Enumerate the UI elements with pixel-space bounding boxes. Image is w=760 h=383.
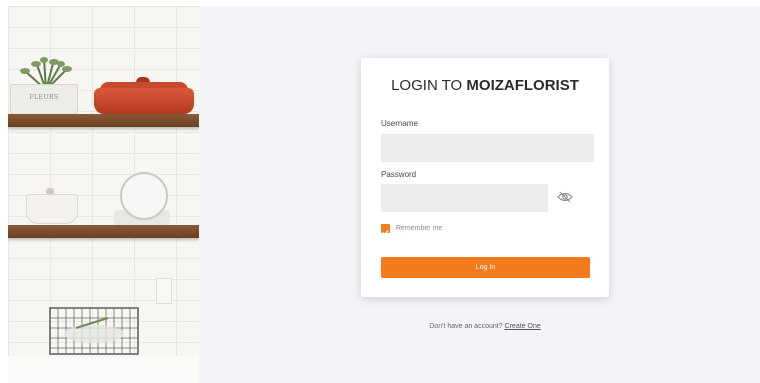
wall-outlet [156, 278, 172, 304]
wooden-shelf-top [8, 114, 199, 127]
login-title: LOGIN TO MOIZAFLORIST [361, 77, 609, 94]
remember-me-checkbox[interactable] [381, 224, 390, 236]
eye-slash-icon[interactable] [557, 191, 573, 203]
brand-name: MOIZAFLORIST [466, 77, 579, 94]
password-label: Password [381, 170, 417, 179]
create-account-link[interactable]: Create One [505, 323, 541, 330]
username-label: Username [381, 119, 418, 128]
login-button[interactable]: Log In [381, 257, 590, 278]
dutch-oven [94, 88, 194, 114]
login-title-prefix: LOGIN TO [391, 77, 467, 94]
wire-basket-icon [49, 307, 139, 355]
kitchen-scale-dial [120, 172, 168, 220]
signup-prompt: Don't have an account? Create One [361, 323, 609, 330]
saucepan [26, 194, 78, 224]
username-input[interactable] [381, 134, 594, 162]
kitchen-shelf-photo: FLEURS [8, 6, 199, 383]
flower-pot: FLEURS [10, 84, 78, 116]
remember-me-label: Remember me [396, 225, 443, 232]
kitchen-counter [8, 356, 199, 383]
pot-label: FLEURS [29, 94, 59, 101]
password-input[interactable] [381, 184, 548, 212]
signup-prompt-text: Don't have an account? [429, 323, 503, 330]
login-card: LOGIN TO MOIZAFLORIST Username Password … [361, 58, 609, 297]
wooden-shelf-bottom [8, 225, 199, 238]
checkmark-icon [382, 230, 389, 236]
